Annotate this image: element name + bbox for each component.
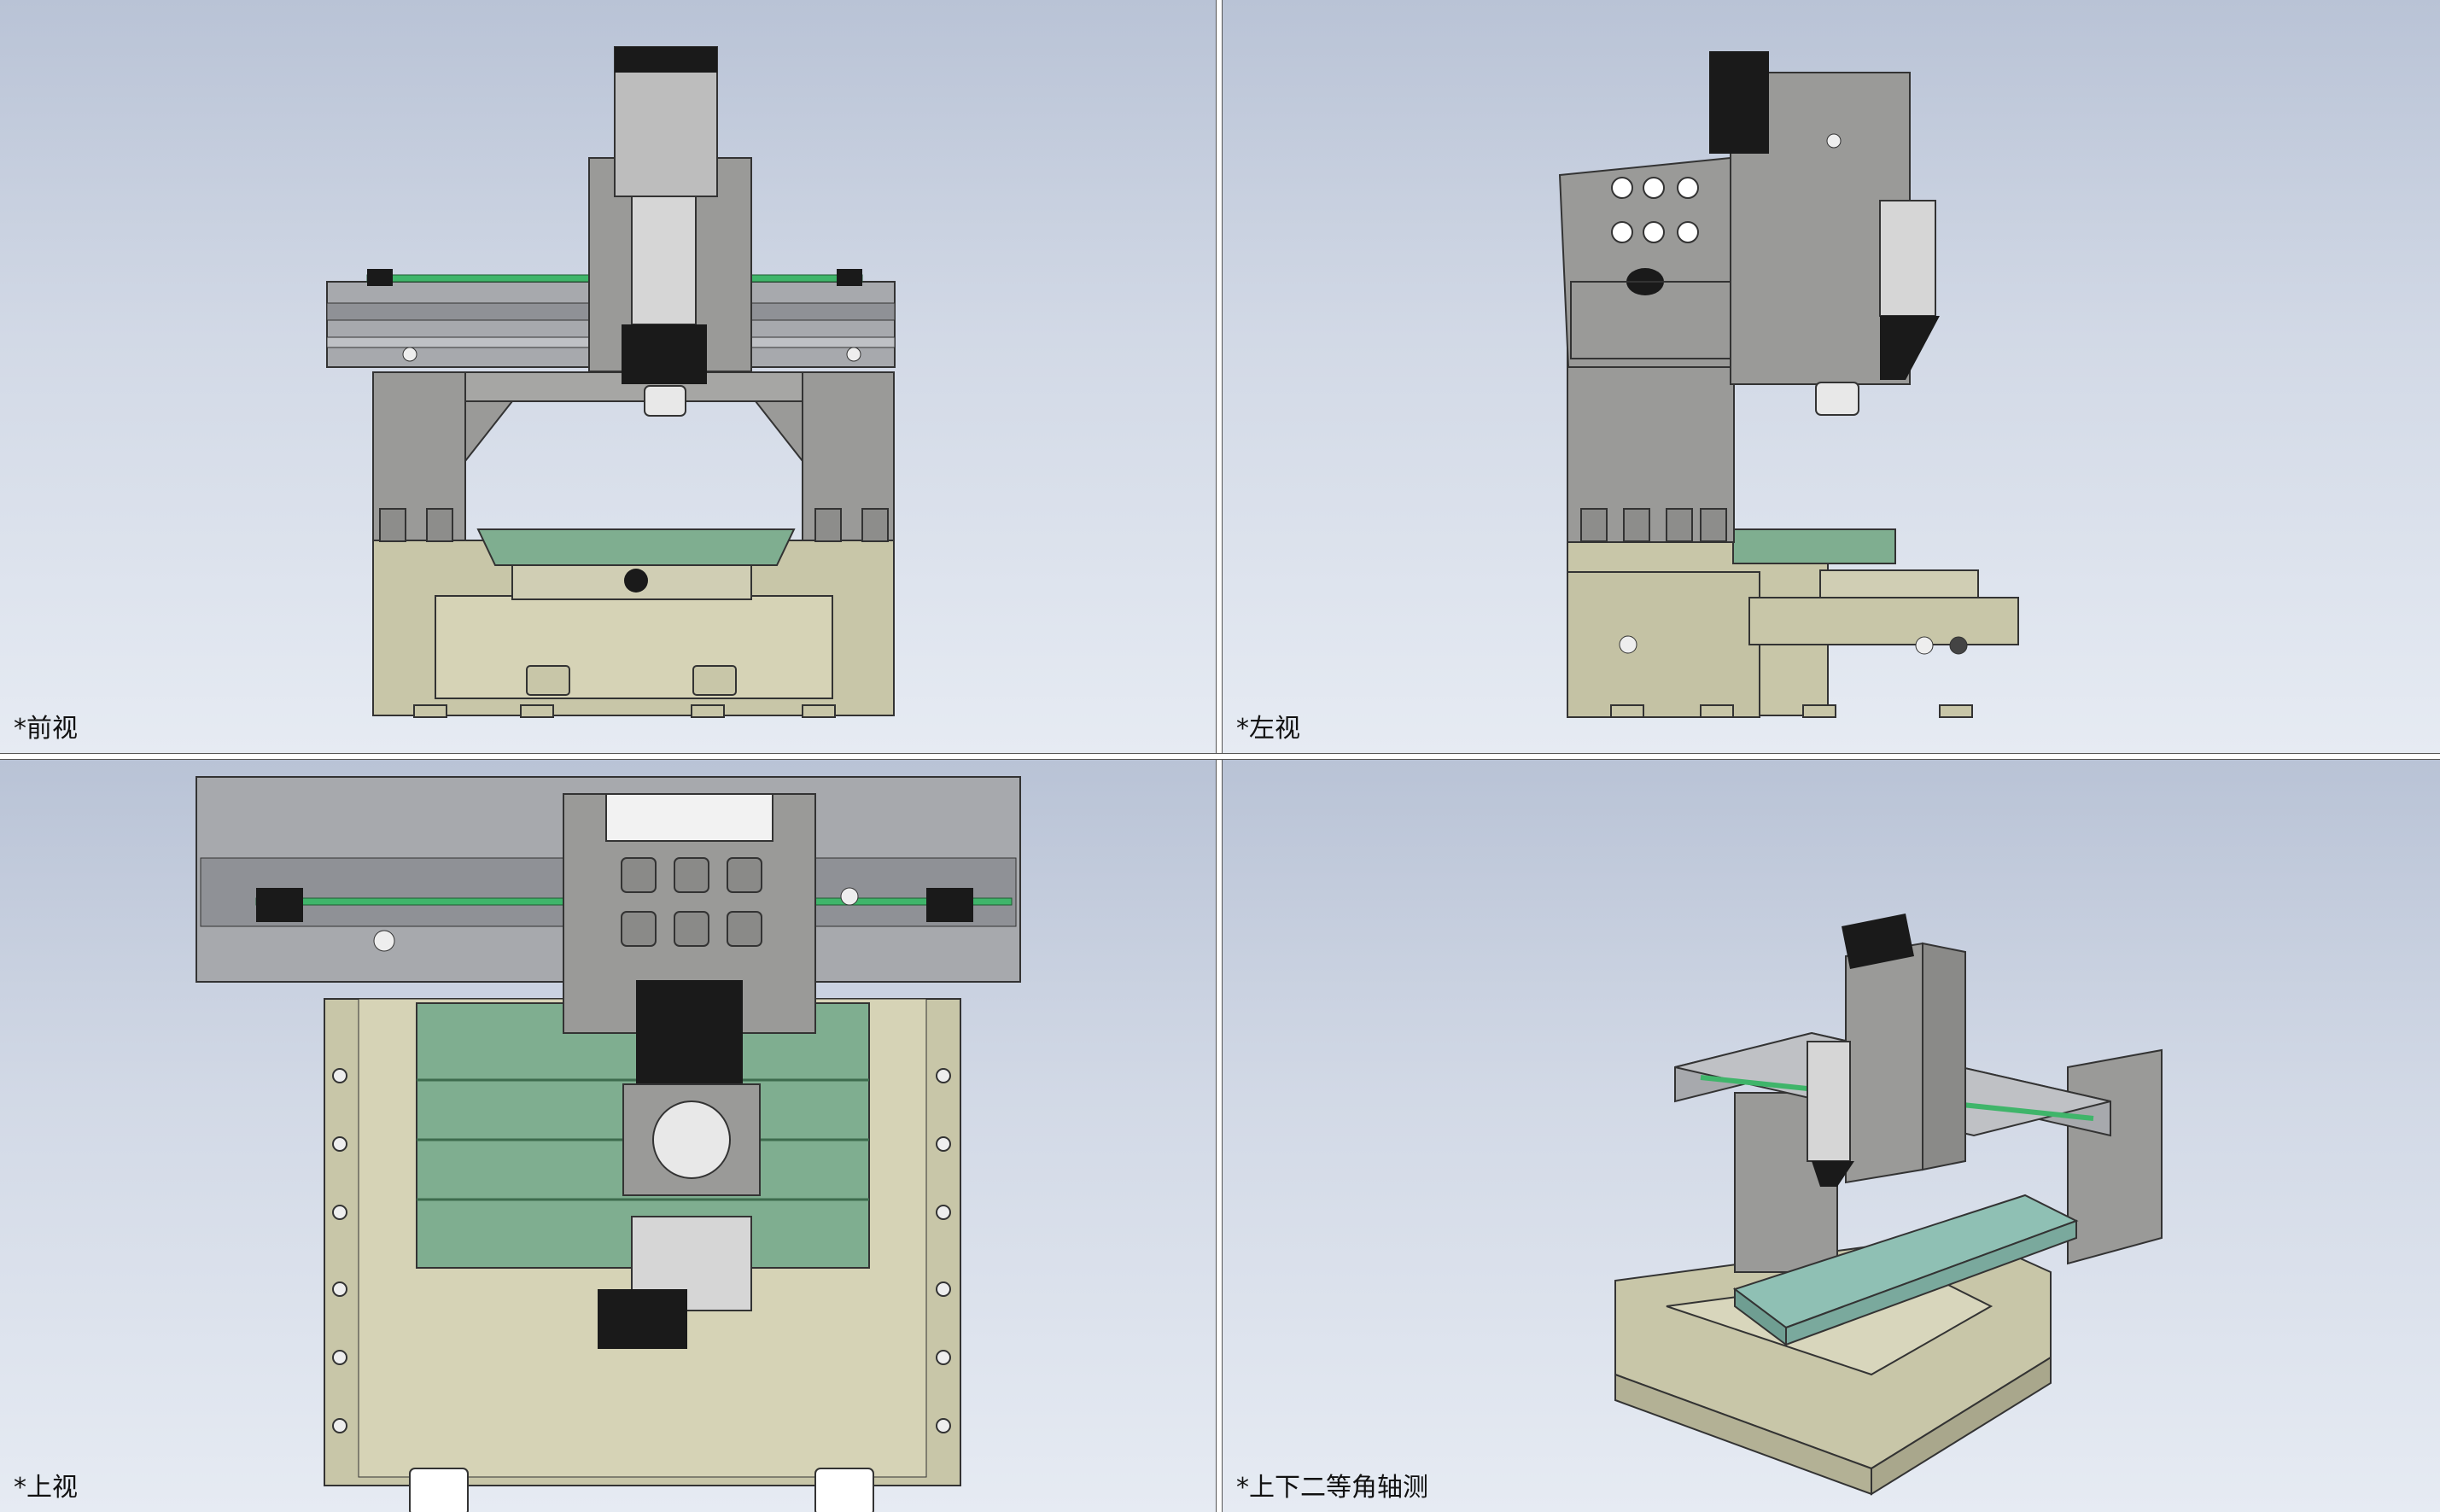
viewport-label-front: *前视 [14, 714, 78, 744]
viewport-label-left: *左视 [1236, 714, 1300, 744]
viewport-label-isometric: *上下二等角轴测 [1236, 1473, 1428, 1503]
viewport-top[interactable]: *上视 [0, 760, 1216, 1512]
top-view-model [196, 776, 1021, 1512]
isometric-view-model [1614, 914, 2163, 1496]
left-view-model [1558, 51, 2019, 718]
viewport-left[interactable]: *左视 [1223, 0, 2440, 753]
viewport-label-top: *上视 [14, 1473, 78, 1503]
front-view-model [326, 46, 896, 718]
viewport-divider-horizontal[interactable] [0, 753, 2440, 760]
viewport-isometric[interactable]: *上下二等角轴测 [1223, 760, 2440, 1512]
viewport-front[interactable]: *前视 [0, 0, 1216, 753]
